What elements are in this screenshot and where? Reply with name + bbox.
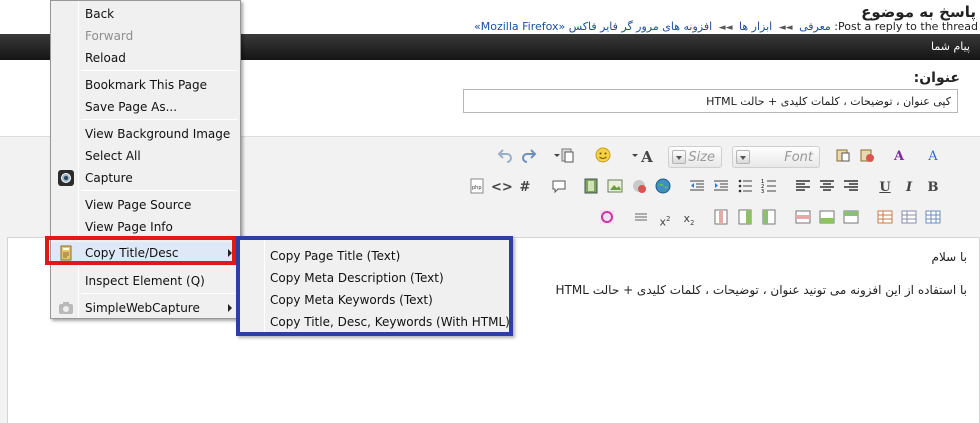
size-dropdown-icon bbox=[672, 150, 686, 164]
menu-item-capture[interactable]: Capture bbox=[51, 167, 240, 189]
editor-text-line: با استفاده از این افزونه می تونید عنوان … bbox=[555, 283, 967, 297]
table-insert-column-icon[interactable] bbox=[710, 208, 732, 230]
menu-item-bookmark[interactable]: Bookmark This Page bbox=[51, 74, 240, 96]
submenu-item-copy-meta-keywords[interactable]: Copy Meta Keywords (Text) bbox=[240, 289, 509, 311]
your-message-label: پیام شما bbox=[931, 40, 970, 53]
menu-item-select-all[interactable]: Select All bbox=[51, 145, 240, 167]
font-select[interactable]: Font bbox=[732, 146, 820, 168]
menu-item-view-background[interactable]: View Background Image bbox=[51, 123, 240, 145]
svg-text:php: php bbox=[472, 185, 482, 191]
breadcrumb-intro[interactable]: معرفی bbox=[799, 20, 831, 33]
menu-separator bbox=[81, 293, 237, 294]
table-properties-icon[interactable] bbox=[898, 208, 920, 230]
paste-dropdown-icon[interactable] bbox=[546, 146, 568, 168]
menu-item-inspect[interactable]: Inspect Element (Q) bbox=[51, 270, 240, 292]
submenu-arrow-icon bbox=[228, 304, 232, 312]
menu-separator bbox=[81, 119, 237, 120]
size-select-label: Size bbox=[688, 150, 715, 165]
table-row-above-icon[interactable] bbox=[840, 208, 862, 230]
smiley-icon[interactable] bbox=[592, 146, 614, 168]
submenu-item-copy-page-title[interactable]: Copy Page Title (Text) bbox=[240, 245, 509, 267]
superscript-icon[interactable]: x2 bbox=[654, 208, 676, 230]
submenu-arrow-icon bbox=[228, 249, 232, 257]
subject-label: عنوان: bbox=[913, 70, 960, 86]
align-right-icon[interactable] bbox=[840, 177, 862, 199]
menu-item-forward[interactable]: Forward bbox=[51, 25, 240, 47]
copy-title-desc-icon bbox=[58, 245, 74, 261]
remove-format-icon[interactable]: A bbox=[888, 146, 910, 168]
table-icon[interactable] bbox=[922, 208, 944, 230]
quote-icon[interactable] bbox=[548, 177, 570, 199]
text-direction-icon[interactable]: A bbox=[922, 146, 944, 168]
menu-item-view-info[interactable]: View Page Info bbox=[51, 216, 240, 238]
submenu-item-copy-all-html[interactable]: Copy Title, Desc, Keywords (With HTML) bbox=[240, 311, 510, 333]
menu-separator bbox=[81, 266, 237, 267]
horizontal-rule-icon[interactable] bbox=[630, 208, 652, 230]
svg-text:3: 3 bbox=[761, 189, 764, 194]
breadcrumb: Post a reply to the thread: معرفی ◄◄ ابز… bbox=[474, 20, 978, 33]
breadcrumb-tools[interactable]: ابزار ها bbox=[739, 20, 772, 33]
insert-image-icon[interactable] bbox=[628, 177, 650, 199]
align-left-icon[interactable] bbox=[792, 177, 814, 199]
font-dropdown-icon bbox=[736, 150, 750, 164]
menu-item-view-source[interactable]: View Page Source bbox=[51, 194, 240, 216]
html-code-icon[interactable]: <> bbox=[490, 177, 513, 199]
submenu-item-copy-meta-description[interactable]: Copy Meta Description (Text) bbox=[240, 267, 509, 289]
menu-item-copy-title-desc[interactable]: Copy Title/Desc bbox=[51, 242, 240, 264]
menu-item-simple-capture-label: SimpleWebCapture bbox=[85, 301, 200, 315]
size-select[interactable]: Size bbox=[668, 146, 722, 168]
underline-icon[interactable]: U bbox=[874, 177, 896, 199]
breadcrumb-topic[interactable]: «Mozilla Firefox» bbox=[474, 20, 565, 33]
bold-icon[interactable]: B bbox=[922, 177, 944, 199]
menu-item-simple-capture[interactable]: SimpleWebCapture bbox=[51, 297, 240, 319]
image-icon[interactable] bbox=[604, 177, 626, 199]
redo-icon[interactable] bbox=[518, 146, 540, 168]
editor-text-line: با سلام bbox=[931, 250, 967, 264]
page-title: پاسخ به موضوع bbox=[861, 3, 976, 21]
menu-item-capture-label: Capture bbox=[85, 171, 133, 185]
paste-text-icon[interactable] bbox=[856, 146, 878, 168]
menu-item-back[interactable]: Back bbox=[51, 3, 240, 25]
menu-item-copy-title-desc-label: Copy Title/Desc bbox=[85, 246, 179, 260]
php-icon[interactable]: php bbox=[466, 177, 488, 199]
table-delete-icon[interactable] bbox=[874, 208, 896, 230]
breadcrumb-separator-icon: ◄◄ bbox=[718, 23, 733, 33]
outdent-icon[interactable] bbox=[686, 177, 708, 199]
table-delete-row-icon[interactable] bbox=[792, 208, 814, 230]
bullet-list-icon[interactable] bbox=[734, 177, 756, 199]
table-row-below-icon[interactable] bbox=[816, 208, 838, 230]
paste-word-icon[interactable] bbox=[832, 146, 854, 168]
table-column-left-icon[interactable] bbox=[758, 208, 780, 230]
copy-title-desc-submenu: Copy Page Title (Text) Copy Meta Descrip… bbox=[236, 236, 513, 336]
font-select-label: Font bbox=[784, 150, 813, 165]
context-menu: Back Forward Reload Bookmark This Page S… bbox=[50, 0, 241, 319]
numbered-list-icon[interactable]: 123 bbox=[758, 177, 780, 199]
link-globe-icon[interactable] bbox=[652, 177, 674, 199]
table-column-right-icon[interactable] bbox=[734, 208, 756, 230]
undo-icon[interactable] bbox=[494, 146, 516, 168]
simple-capture-camera-icon bbox=[58, 300, 74, 316]
font-style-icon[interactable]: A bbox=[636, 146, 658, 168]
menu-separator bbox=[81, 70, 237, 71]
breadcrumb-addons[interactable]: افزونه های مرور گر فایر فاکس bbox=[569, 20, 712, 33]
breadcrumb-thread-label: Post a reply to the thread: bbox=[834, 20, 978, 33]
menu-item-reload[interactable]: Reload bbox=[51, 47, 240, 69]
menu-separator bbox=[81, 190, 237, 191]
subject-input[interactable] bbox=[463, 89, 958, 113]
breadcrumb-separator-icon: ◄◄ bbox=[778, 23, 793, 33]
capture-camera-icon bbox=[58, 170, 74, 186]
video-icon[interactable] bbox=[580, 177, 602, 199]
code-hash-icon[interactable]: # bbox=[514, 177, 536, 199]
subscript-icon[interactable]: x2 bbox=[678, 208, 700, 230]
italic-icon[interactable]: I bbox=[898, 177, 920, 199]
menu-item-save-as[interactable]: Save Page As... bbox=[51, 96, 240, 118]
align-center-icon[interactable] bbox=[816, 177, 838, 199]
special-char-icon[interactable] bbox=[596, 208, 618, 230]
indent-icon[interactable] bbox=[710, 177, 732, 199]
